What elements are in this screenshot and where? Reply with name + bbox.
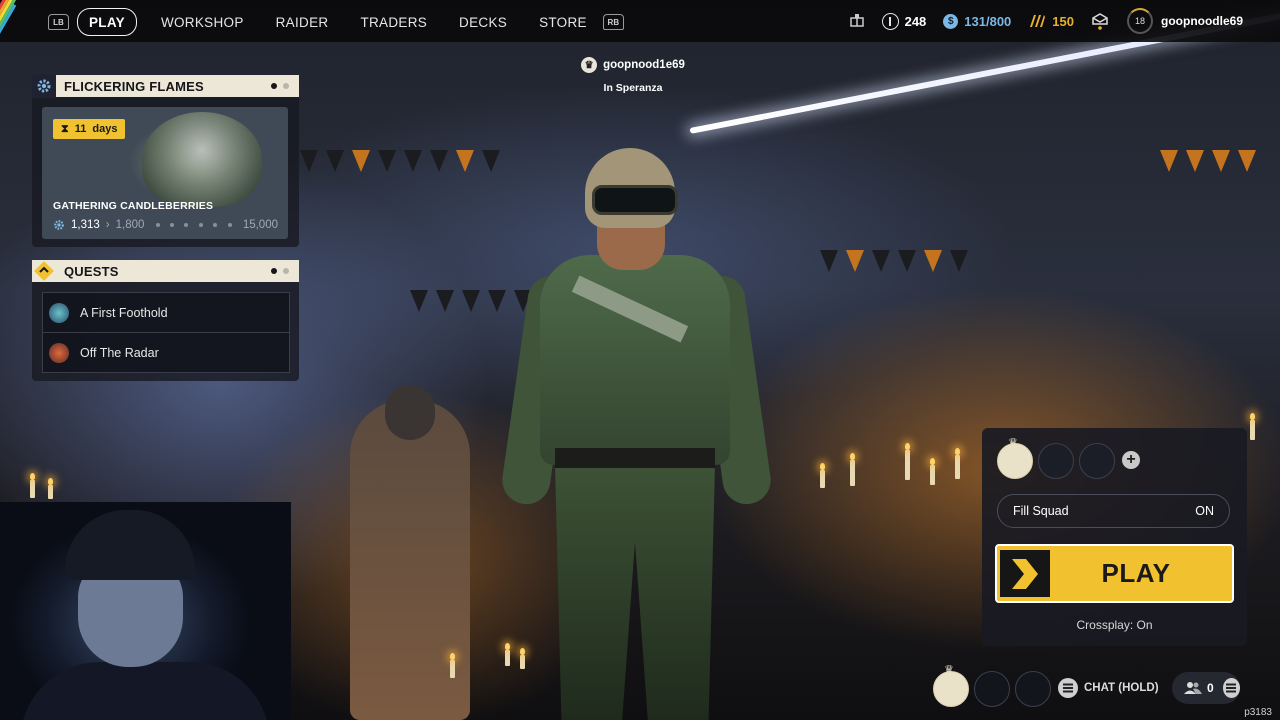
party-slot-self[interactable]: ♛: [933, 664, 969, 707]
player-name: goopnood1e69: [603, 59, 685, 71]
quest-item[interactable]: Off The Radar: [42, 332, 290, 373]
page-indicator: [271, 268, 289, 274]
hourglass-icon: ⧗: [61, 122, 69, 135]
crown-icon: ♛: [1008, 437, 1018, 449]
play-button[interactable]: PLAY: [995, 544, 1234, 603]
event-image: [142, 112, 262, 207]
friends-button[interactable]: 0: [1172, 672, 1240, 704]
page-indicator: [271, 83, 289, 89]
bottom-bar: ♛ CHAT (HOLD) 0 p3183: [930, 664, 1280, 720]
fill-squad-label: Fill Squad: [1013, 504, 1069, 518]
chevron-right-icon: ›: [105, 219, 110, 231]
stash-icon: $: [943, 13, 959, 29]
logo-stripes: [0, 0, 44, 42]
username[interactable]: goopnoodle69: [1161, 14, 1243, 28]
event-timer: ⧗ 11 days: [53, 119, 126, 139]
raider-tokens: 248: [881, 12, 926, 30]
event-progress: 1,313 › 1,800 15,000: [53, 219, 278, 231]
bunting-flags: [300, 150, 500, 172]
lb-button-icon[interactable]: LB: [48, 14, 69, 30]
tab-play[interactable]: PLAY: [77, 8, 137, 36]
candle: [955, 448, 960, 479]
tab-workshop[interactable]: WORKSHOP: [145, 9, 260, 35]
event-title: FLICKERING FLAMES: [64, 78, 204, 94]
quest-icon: [49, 302, 69, 323]
player-location: In Speranza: [603, 82, 663, 94]
crown-icon: ♛: [944, 664, 954, 676]
coins: 150: [1028, 13, 1074, 29]
quests-panel-header: QUESTS: [32, 260, 299, 282]
build-version: p3183: [1244, 707, 1272, 718]
menu-button-icon: [1058, 678, 1078, 698]
quest-diamond-icon: [32, 259, 56, 283]
event-panel-header: FLICKERING FLAMES: [32, 74, 299, 98]
friends-icon: [1184, 681, 1202, 695]
bunting-flags: [820, 250, 968, 272]
crossplay-status: Crossplay: On: [1076, 618, 1153, 632]
tab-decks[interactable]: DECKS: [443, 9, 523, 35]
candle: [1250, 413, 1255, 440]
quest-item[interactable]: A First Foothold: [42, 292, 290, 333]
gear-icon: [32, 74, 56, 98]
candle: [48, 478, 53, 499]
raider-character: [499, 140, 790, 720]
stash-capacity: $ 131/800: [943, 13, 1011, 29]
coin-icon: [1028, 13, 1046, 29]
candle: [820, 463, 825, 488]
quest-icon: [49, 342, 69, 363]
squad-slot-empty[interactable]: [1079, 443, 1115, 479]
crown-icon: ♛: [581, 57, 598, 73]
main-nav: LB PLAY WORKSHOP RAIDER TRADERS DECKS ST…: [48, 8, 624, 36]
milestone-dots: [150, 223, 236, 227]
fill-squad-value: ON: [1195, 504, 1214, 518]
top-nav-bar: LB PLAY WORKSHOP RAIDER TRADERS DECKS ST…: [0, 0, 1280, 42]
candle: [850, 453, 855, 486]
player-level-badge[interactable]: 18: [1127, 8, 1153, 34]
play-chevron-icon: [1000, 550, 1050, 597]
quests-panel: QUESTS A First Foothold Off The Radar: [32, 260, 299, 381]
currency-bar: 248 $ 131/800 150 18 goopnoodle69: [848, 0, 1280, 42]
candle: [905, 443, 910, 480]
raider-token-icon: [881, 12, 899, 30]
squad-play-panel: ♛ + Fill Squad ON PLAY Crossplay: On: [982, 428, 1247, 646]
player-nameplate: ♛ goopnood1e69 In Speranza: [560, 57, 706, 94]
tab-raider[interactable]: RAIDER: [260, 9, 345, 35]
candle: [30, 473, 35, 498]
tab-traders[interactable]: TRADERS: [344, 9, 443, 35]
gear-icon: [53, 219, 65, 231]
fill-squad-toggle[interactable]: Fill Squad ON: [997, 494, 1230, 528]
tab-store[interactable]: STORE: [523, 9, 603, 35]
party-slot-empty[interactable]: [1015, 671, 1051, 707]
quests-title: QUESTS: [64, 263, 119, 279]
chat-hold[interactable]: CHAT (HOLD): [1058, 678, 1159, 698]
squad-slot-empty[interactable]: [1038, 443, 1074, 479]
bunting-flags: [1160, 150, 1256, 172]
squad-slot-self[interactable]: ♛: [997, 437, 1033, 479]
webcam-overlay: [0, 502, 291, 720]
candle: [930, 458, 935, 485]
event-card-title: GATHERING CANDLEBERRIES: [53, 200, 214, 212]
rb-button-icon[interactable]: RB: [602, 14, 624, 30]
menu-button-icon: [1222, 678, 1240, 698]
mail-icon[interactable]: [1091, 12, 1109, 30]
event-panel: FLICKERING FLAMES ⧗ 11 days GATHERING CA…: [32, 74, 299, 247]
add-squad-member-button[interactable]: +: [1122, 451, 1140, 469]
party-slot-empty[interactable]: [974, 671, 1010, 707]
candle: [450, 653, 455, 678]
play-button-label: PLAY: [1101, 558, 1171, 588]
inventory-icon[interactable]: [848, 13, 866, 29]
event-card[interactable]: ⧗ 11 days GATHERING CANDLEBERRIES 1,313 …: [42, 107, 288, 239]
